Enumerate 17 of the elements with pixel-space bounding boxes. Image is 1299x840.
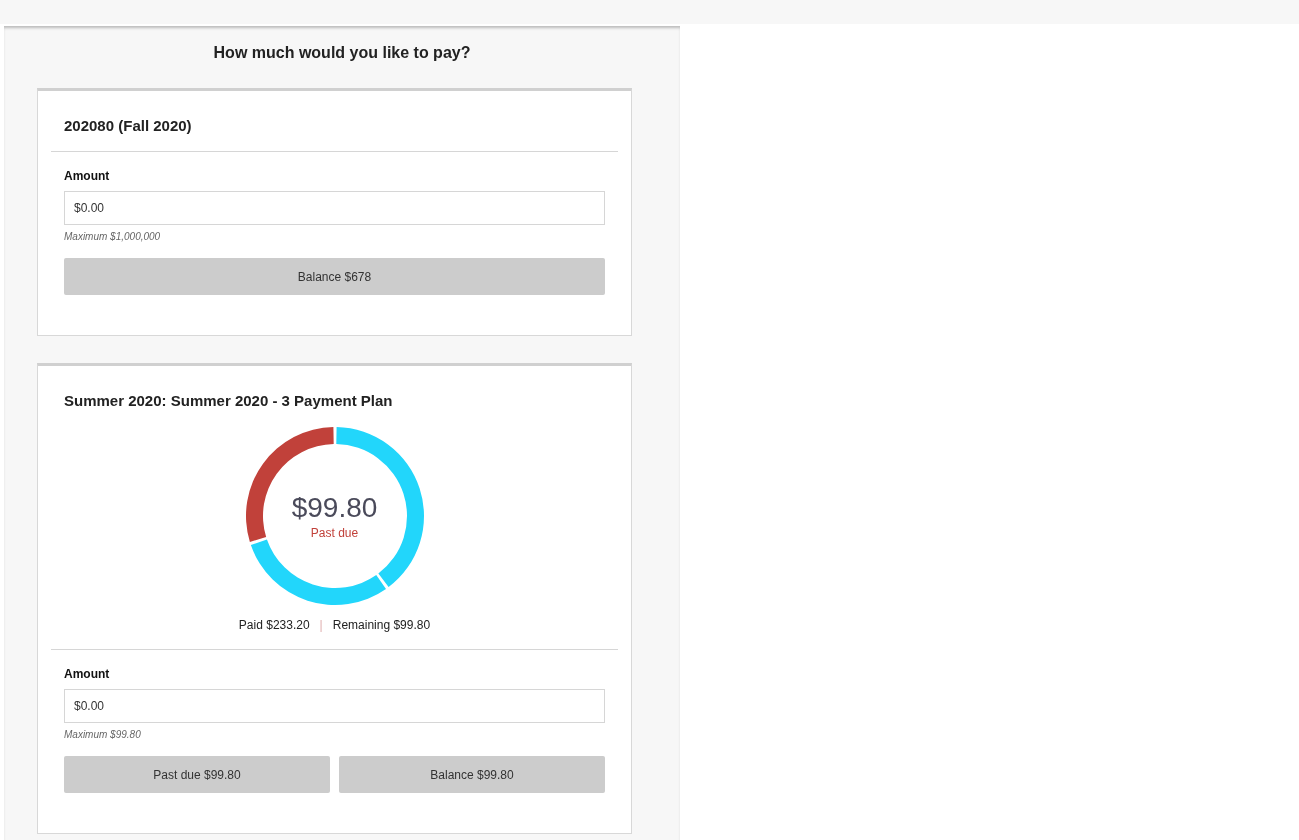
balance-button[interactable]: Balance $678 — [64, 258, 605, 295]
separator: | — [319, 618, 323, 632]
remaining-amount: Remaining $99.80 — [332, 618, 431, 632]
maximum-hint: Maximum $99.80 — [64, 729, 141, 740]
status-label: Past due — [310, 526, 359, 540]
past-due-button[interactable]: Past due $99.80 — [64, 756, 330, 793]
balance-button[interactable]: Balance $99.80 — [339, 756, 605, 793]
page-heading: How much would you like to pay? — [213, 44, 471, 62]
amount-label: Amount — [64, 667, 110, 681]
maximum-hint: Maximum $1,000,000 — [64, 231, 161, 242]
amount-field[interactable]: $0.00 — [64, 689, 605, 723]
amount-field[interactable]: $0.00 — [64, 191, 605, 225]
card-title: 202080 (Fall 2020) — [63, 116, 193, 136]
paid-amount: Paid $233.20 — [238, 618, 310, 632]
card-title: Summer 2020: Summer 2020 - 3 Payment Plan — [63, 391, 394, 411]
amount-label: Amount — [64, 169, 110, 183]
amount-due: $99.80 — [291, 492, 378, 524]
